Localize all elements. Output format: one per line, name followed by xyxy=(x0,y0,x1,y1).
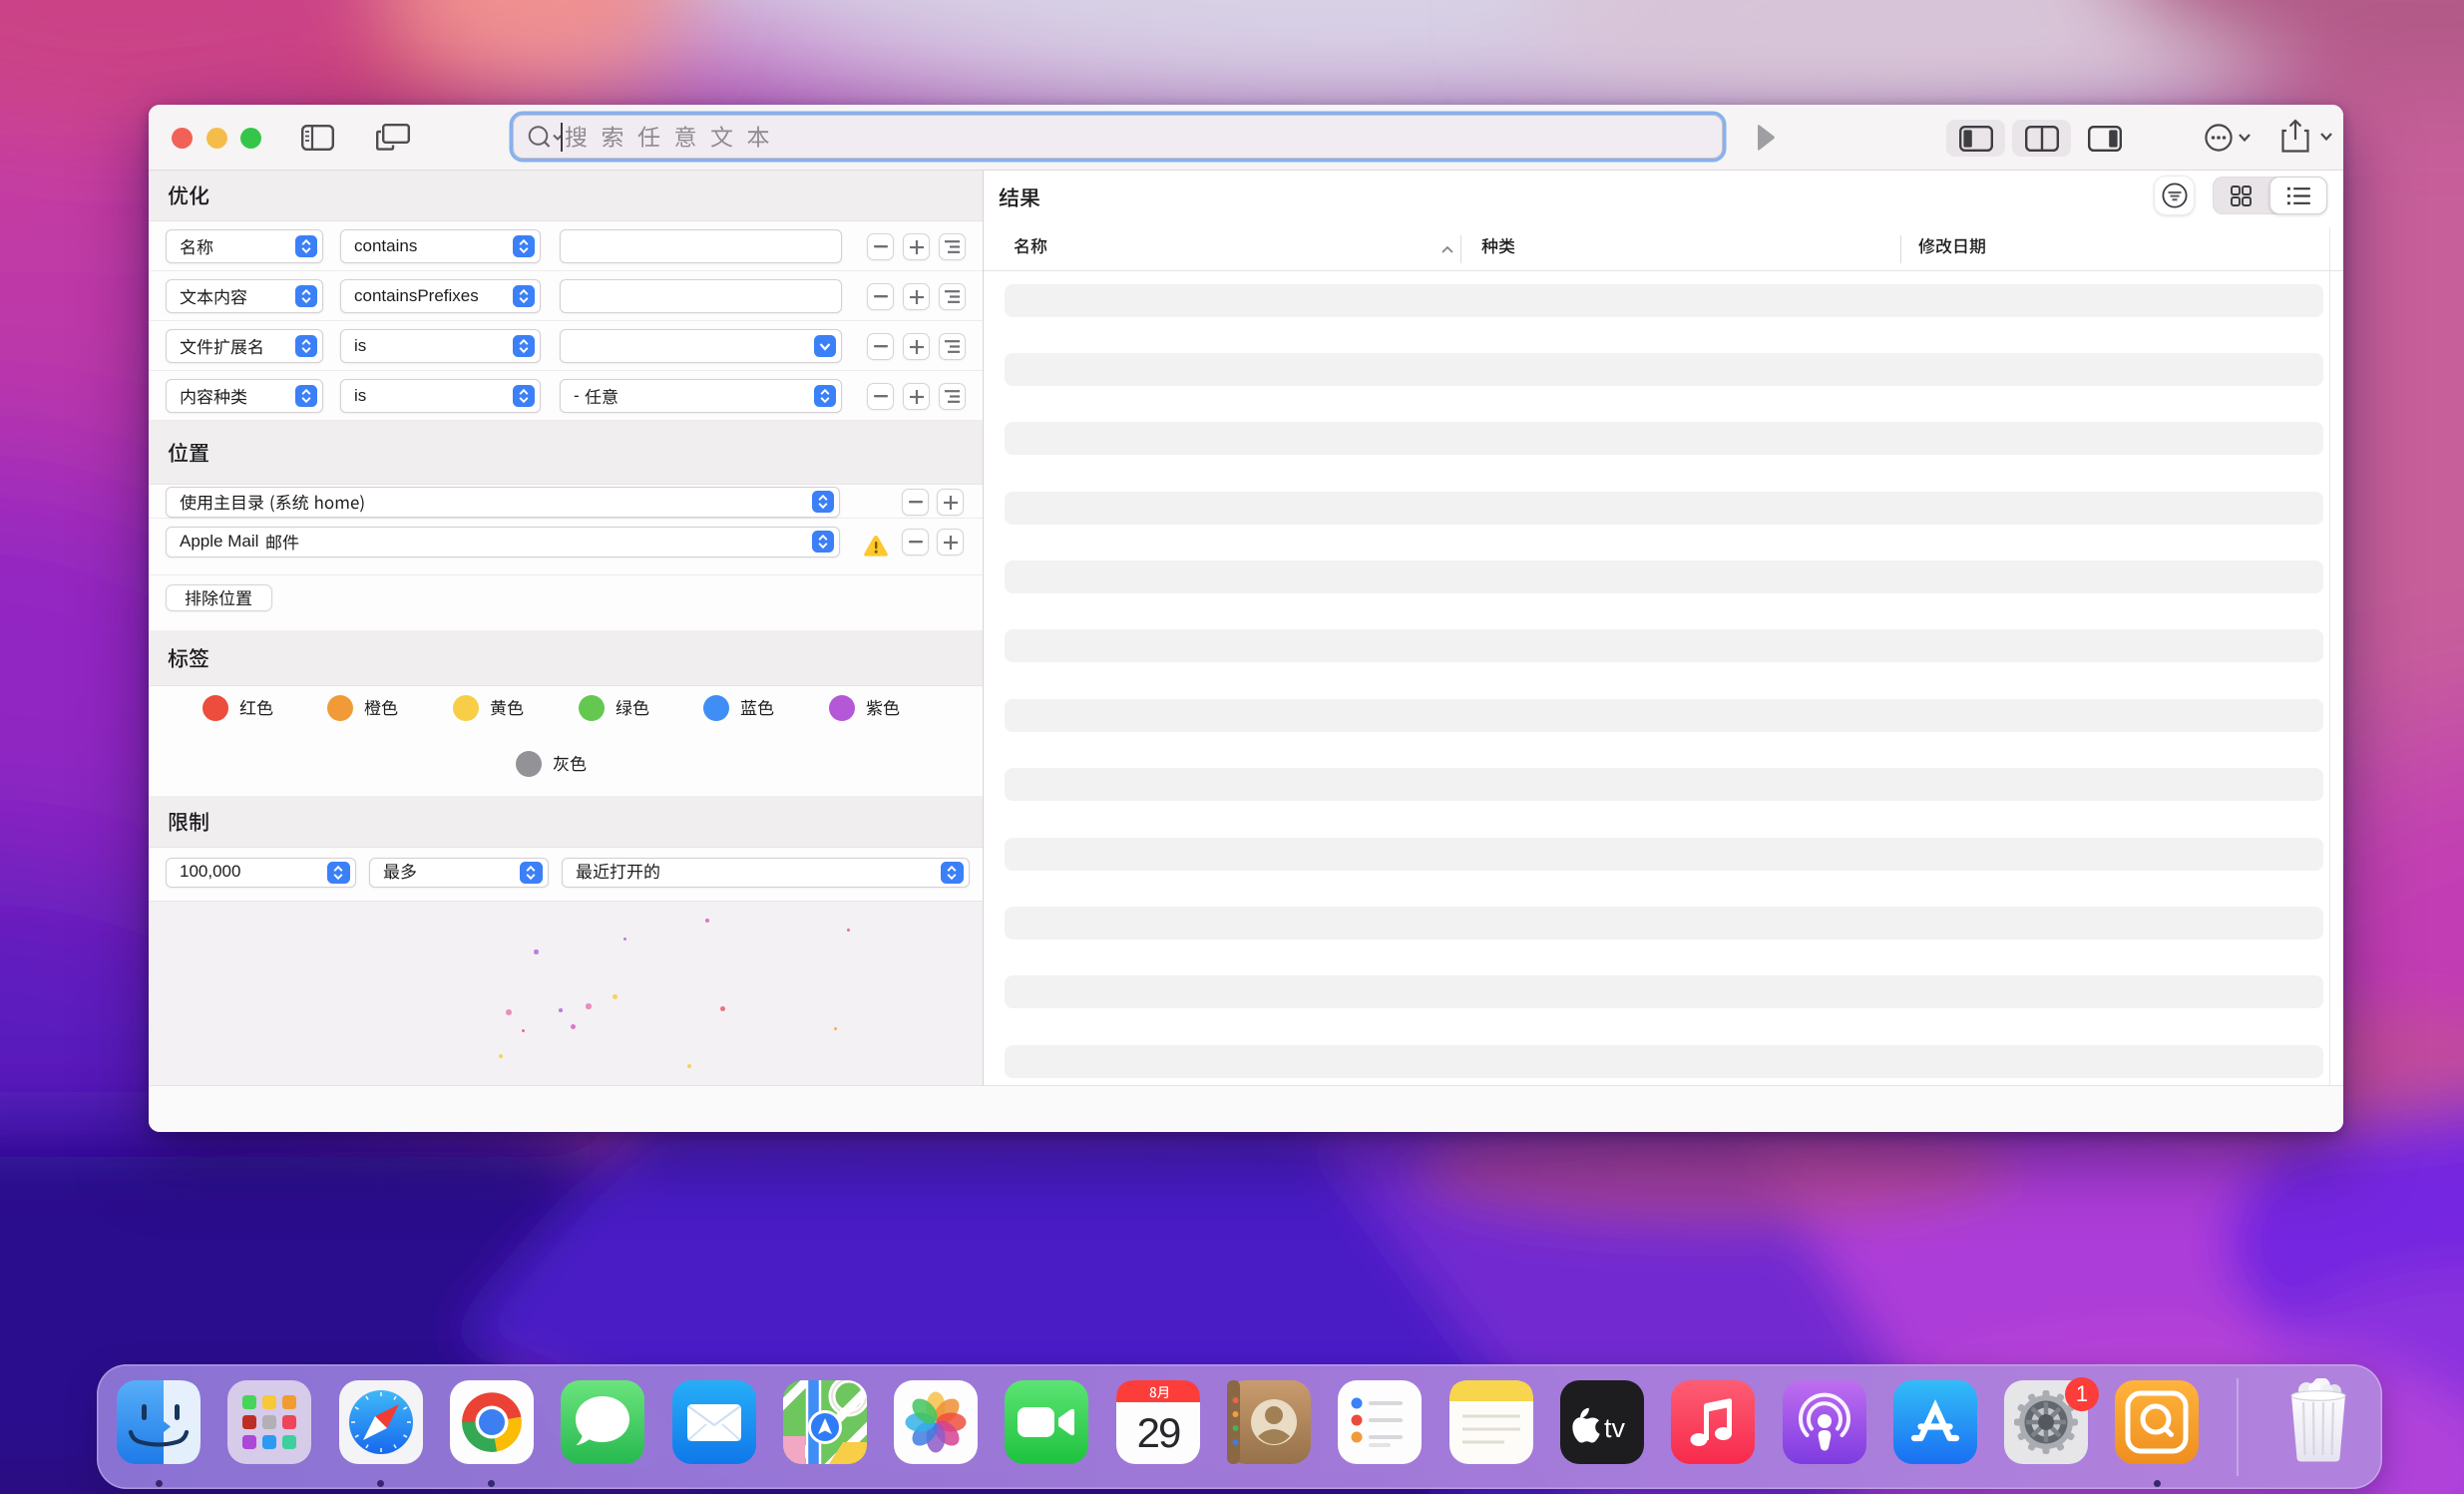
svg-text:29: 29 xyxy=(1136,1409,1179,1456)
svg-text:tv: tv xyxy=(1604,1413,1626,1443)
